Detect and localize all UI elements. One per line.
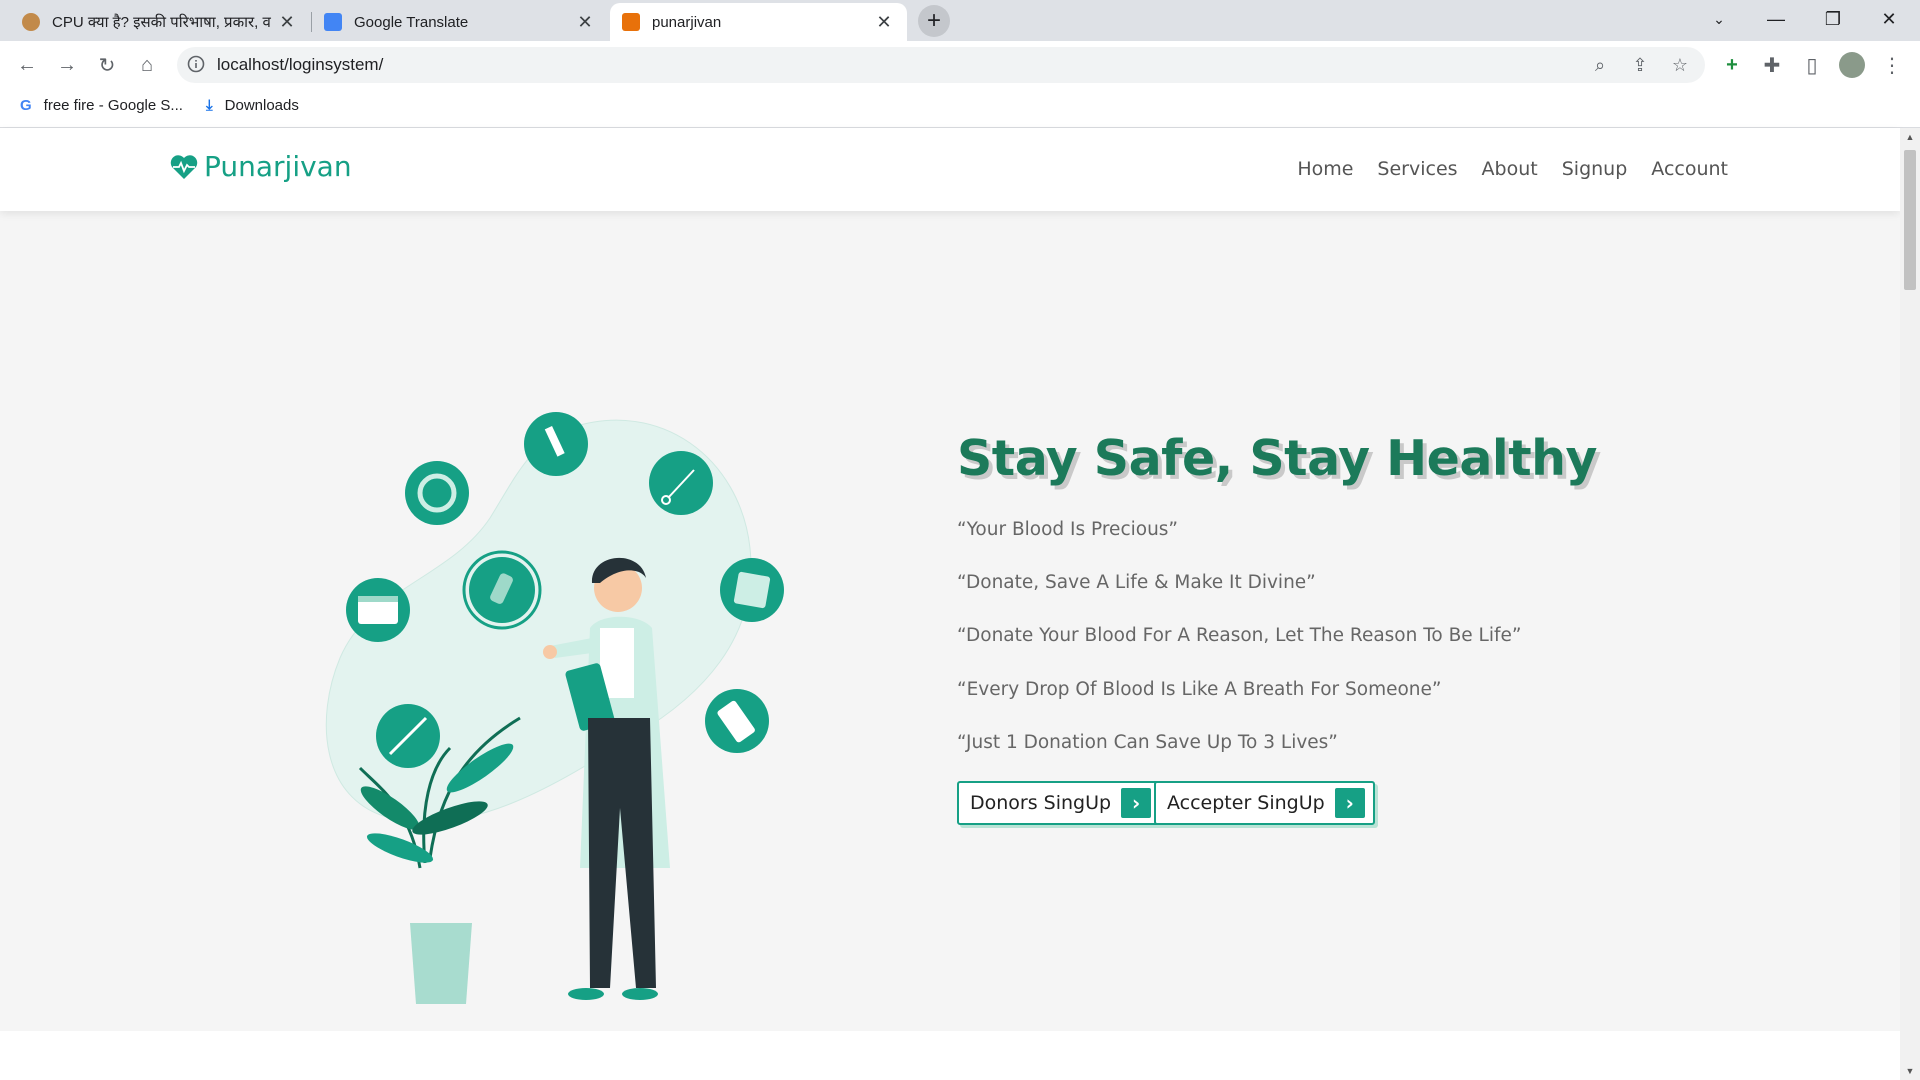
hero-title: Stay Safe, Stay Healthy — [957, 430, 1597, 487]
forward-icon[interactable]: → — [49, 47, 85, 83]
main-nav: Home Services About Signup Account — [1297, 158, 1728, 180]
quote-3: “Donate Your Blood For A Reason, Let The… — [957, 625, 1522, 646]
download-icon: ⤓ — [206, 97, 213, 114]
close-tab-icon[interactable]: ✕ — [574, 12, 596, 33]
site-info-icon[interactable] — [187, 55, 205, 73]
google-icon: G — [20, 97, 32, 114]
nav-home[interactable]: Home — [1297, 158, 1353, 180]
address-bar[interactable]: localhost/loginsystem/ ⌕ ⇪ ☆ — [177, 47, 1705, 83]
back-icon[interactable]: ← — [9, 47, 45, 83]
url-text: localhost/loginsystem/ — [217, 55, 384, 74]
magnifier-vial-icon — [462, 550, 542, 630]
profile-avatar[interactable] — [1834, 47, 1870, 83]
menu-kebab-icon[interactable]: ⋮ — [1874, 47, 1910, 83]
page-scrollbar[interactable]: ▲ ▼ — [1900, 128, 1920, 1080]
doctor-illustration — [325, 412, 784, 1004]
close-tab-icon[interactable]: ✕ — [276, 12, 298, 33]
quote-4: “Every Drop Of Blood Is Like A Breath Fo… — [957, 679, 1442, 700]
home-icon[interactable]: ⌂ — [129, 47, 165, 83]
google-translate-icon — [324, 13, 342, 31]
bookmark-star-icon[interactable]: ☆ — [1667, 52, 1693, 78]
tab-title: punarjivan — [652, 13, 722, 31]
nav-signup[interactable]: Signup — [1562, 158, 1628, 180]
tab-title: CPU क्या है? इसकी परिभाषा, प्रकार, व — [52, 14, 271, 31]
donors-signup-button[interactable]: Donors SingUp › — [957, 781, 1162, 825]
close-tab-icon[interactable]: ✕ — [873, 12, 895, 33]
brand-name: Punarjivan — [204, 150, 352, 183]
bookmark-label: Downloads — [224, 97, 299, 114]
button-label: Accepter SingUp — [1167, 792, 1325, 814]
button-label: Donors SingUp — [970, 792, 1112, 814]
quote-1: “Your Blood Is Precious” — [957, 519, 1179, 540]
tab-strip: CPU क्या है? इसकी परिभाषा, प्रकार, व ✕ G… — [0, 0, 1920, 41]
bookmark-free-fire[interactable]: G free fire - Google S... — [20, 97, 183, 114]
heartbeat-icon — [170, 154, 198, 179]
next-section — [0, 1031, 1900, 1080]
chevron-right-icon: › — [1121, 788, 1152, 818]
tab-cpu[interactable]: CPU क्या है? इसकी परिभाषा, प्रकार, व ✕ — [10, 3, 310, 41]
site-favicon-icon — [22, 13, 40, 31]
scroll-thumb[interactable] — [1904, 150, 1916, 290]
scissors-icon — [649, 451, 713, 515]
scroll-up-icon[interactable]: ▲ — [1904, 132, 1916, 142]
extension-plus-icon[interactable]: + — [1714, 47, 1750, 83]
close-window-icon[interactable]: ✕ — [1866, 0, 1912, 38]
quote-2: “Donate, Save A Life & Make It Divine” — [957, 572, 1316, 593]
reload-icon[interactable]: ↻ — [89, 47, 125, 83]
share-icon[interactable]: ⇪ — [1627, 52, 1653, 78]
minimize-icon[interactable]: — — [1753, 0, 1799, 38]
tab-google-translate[interactable]: Google Translate ✕ — [312, 3, 608, 41]
bookmark-label: free fire - Google S... — [43, 97, 183, 114]
web-page: Punarjivan Home Services About Signup Ac… — [0, 128, 1900, 1080]
bandage-icon — [720, 558, 784, 622]
avatar — [1839, 52, 1865, 78]
accepter-signup-button[interactable]: Accepter SingUp › — [1154, 781, 1375, 825]
quote-5: “Just 1 Donation Can Save Up To 3 Lives” — [957, 732, 1338, 753]
calendar-icon — [346, 578, 410, 642]
zoom-icon[interactable]: ⌕ — [1587, 52, 1613, 78]
nav-about[interactable]: About — [1482, 158, 1538, 180]
new-tab-button[interactable]: + — [918, 5, 950, 37]
tab-title: Google Translate — [354, 13, 469, 31]
nav-services[interactable]: Services — [1377, 158, 1457, 180]
tab-search-icon[interactable]: ⌄ — [1696, 0, 1742, 38]
nav-account[interactable]: Account — [1651, 158, 1728, 180]
scroll-down-icon[interactable]: ▼ — [1904, 1066, 1916, 1076]
side-panel-icon[interactable]: ▯ — [1794, 47, 1830, 83]
site-navbar: Punarjivan Home Services About Signup Ac… — [0, 128, 1900, 211]
ring-icon — [405, 461, 469, 525]
xampp-favicon-icon — [622, 13, 640, 31]
bookmarks-bar: G free fire - Google S... ⤓ Downloads — [0, 89, 1920, 128]
extensions-puzzle-icon[interactable]: ✚ — [1754, 47, 1790, 83]
tab-punarjivan[interactable]: punarjivan ✕ — [610, 3, 907, 41]
restore-icon[interactable]: ❐ — [1810, 0, 1856, 38]
thermometer-icon — [376, 704, 440, 768]
brand-logo[interactable]: Punarjivan — [170, 150, 352, 183]
pill-pack-icon — [705, 689, 769, 753]
chevron-right-icon: › — [1334, 788, 1365, 818]
syringe-icon — [524, 412, 588, 476]
browser-toolbar: ← → ↻ ⌂ localhost/loginsystem/ ⌕ ⇪ ☆ + ✚… — [0, 41, 1920, 89]
bookmark-downloads[interactable]: ⤓ Downloads — [206, 97, 299, 114]
